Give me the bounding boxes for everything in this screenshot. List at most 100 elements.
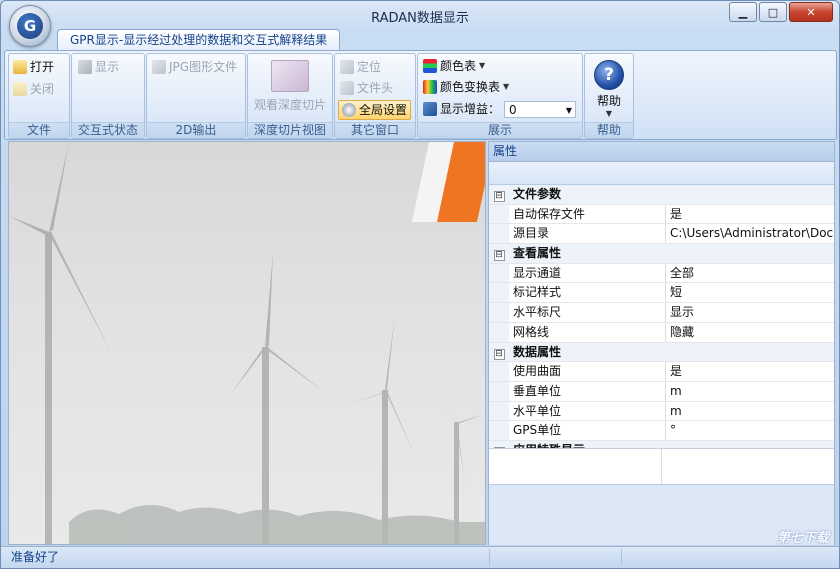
group-other-windows: 定位 文件头 全局设置 其它窗口 xyxy=(334,53,416,139)
open-folder-icon xyxy=(13,60,27,74)
property-category-label: 数据属性 xyxy=(513,344,562,359)
property-row[interactable]: 网格线 隐藏 xyxy=(489,322,834,343)
property-value[interactable]: 短 xyxy=(666,283,834,302)
status-bar: 准备好了 xyxy=(1,546,839,568)
property-value[interactable]: 是 xyxy=(666,362,834,381)
properties-title: 属性 xyxy=(489,142,834,162)
status-text: 准备好了 xyxy=(11,550,60,564)
property-category[interactable]: ⊟ 数据属性 xyxy=(489,342,834,363)
property-name: 使用曲面 xyxy=(509,362,666,381)
property-row[interactable]: 显示通道 全部 xyxy=(489,263,834,284)
property-name: 标记样式 xyxy=(509,283,666,303)
chevron-down-icon: ▼ xyxy=(605,109,613,118)
globe-settings-icon xyxy=(342,103,356,117)
property-row[interactable]: 源目录 C:\Users\Administrator\Docu... xyxy=(489,224,834,245)
property-value[interactable]: m xyxy=(666,402,834,421)
property-value[interactable]: 隐藏 xyxy=(666,323,834,342)
help-icon: ? xyxy=(594,60,624,90)
property-name: 网格线 xyxy=(509,322,666,342)
close-file-button[interactable]: 关闭 xyxy=(13,80,54,98)
wind-turbines-image xyxy=(9,142,485,544)
color-table-icon xyxy=(423,59,437,73)
file-header-button[interactable]: 文件头 xyxy=(340,79,393,97)
property-row[interactable]: 使用曲面是 xyxy=(489,362,834,382)
color-transform-icon xyxy=(423,80,437,94)
property-value[interactable]: ° xyxy=(666,421,834,440)
image-file-icon xyxy=(152,60,166,74)
property-row[interactable]: GPS单位 ° xyxy=(489,421,834,441)
color-transform-button[interactable]: 颜色变换表 ▼ xyxy=(423,78,509,96)
global-settings-button[interactable]: 全局设置 xyxy=(338,100,412,120)
chevron-down-icon: ▼ xyxy=(503,82,510,91)
property-category-label: 查看属性 xyxy=(513,246,562,261)
ribbon-tab-row: GPR显示-显示经过处理的数据和交互式解释结果 xyxy=(1,29,839,51)
group-label-other-windows: 其它窗口 xyxy=(335,122,415,138)
properties-panel: 属性 ⊟ 文件参数 自动保存文件是源目录 C:\Users\Administrator… xyxy=(488,141,835,545)
watermark-logo: 第七下载 xyxy=(776,531,829,546)
collapse-icon[interactable]: ⊟ xyxy=(493,191,505,202)
property-value[interactable]: 全部 xyxy=(666,264,834,283)
property-value[interactable]: 显示 xyxy=(666,303,834,322)
locate-icon xyxy=(340,60,354,74)
property-row[interactable]: 自动保存文件是 xyxy=(489,204,834,225)
minimize-button[interactable]: ▁ xyxy=(729,2,757,22)
property-row[interactable]: 标记样式短 xyxy=(489,283,834,304)
display-icon xyxy=(78,60,92,74)
collapse-icon[interactable]: ⊟ xyxy=(493,348,505,360)
property-grid-empty-row xyxy=(489,448,834,485)
property-row[interactable]: 水平标尺 显示 xyxy=(489,303,834,323)
property-category-label: 文件参数 xyxy=(513,187,562,201)
property-name: 源目录 xyxy=(509,224,666,244)
ribbon: 打开 关闭 文件 显示 交互式状态 JPG图形文件 2D输出 观看深度切片 深度… xyxy=(4,50,837,140)
file-header-icon xyxy=(340,81,354,95)
display-button[interactable]: 显示 xyxy=(78,58,119,76)
close-button[interactable]: ✕ xyxy=(789,2,833,22)
group-file: 打开 关闭 文件 xyxy=(8,53,70,139)
view-depth-slice-button[interactable]: 观看深度切片 xyxy=(248,60,332,113)
help-button[interactable]: ? 帮助 ▼ xyxy=(585,56,633,118)
properties-toolbar xyxy=(489,162,834,185)
group-label-help: 帮助 xyxy=(585,122,633,138)
property-value[interactable]: C:\Users\Administrator\Docu... xyxy=(666,224,834,243)
window-title: RADAN数据显示 xyxy=(371,11,469,26)
app-menu-button[interactable]: G xyxy=(9,5,51,47)
collapse-icon[interactable]: ⊟ xyxy=(493,250,505,262)
property-name: 水平单位 xyxy=(509,401,666,421)
property-category[interactable]: ⊟ 文件参数 xyxy=(489,185,834,205)
display-gain-label: 显示增益： xyxy=(423,100,500,118)
property-name: 水平标尺 xyxy=(509,303,666,322)
chevron-down-icon: ▼ xyxy=(479,61,486,70)
data-view-canvas[interactable] xyxy=(8,141,486,545)
group-label-interactive: 交互式状态 xyxy=(72,122,144,138)
group-interactive: 显示 交互式状态 xyxy=(71,53,145,139)
close-folder-icon xyxy=(13,82,27,96)
property-name: 显示通道 xyxy=(509,263,666,283)
property-row[interactable]: 水平单位 m xyxy=(489,401,834,422)
maximize-button[interactable]: □ xyxy=(759,2,787,22)
chevron-down-icon: ▼ xyxy=(565,106,572,115)
color-table-button[interactable]: 颜色表 ▼ xyxy=(423,57,485,75)
property-name: GPS单位 xyxy=(509,421,666,440)
property-value[interactable]: m xyxy=(666,382,834,401)
jpg-export-button[interactable]: JPG图形文件 xyxy=(152,58,237,76)
group-depth-slice: 观看深度切片 深度切片视图 xyxy=(247,53,333,139)
property-grid: ⊟ 文件参数 自动保存文件是源目录 C:\Users\Administrator\Do… xyxy=(489,185,834,461)
property-row[interactable]: 垂直单位 m xyxy=(489,381,834,402)
display-gain-select[interactable]: 0 ▼ xyxy=(504,101,576,118)
group-label-depth-slice: 深度切片视图 xyxy=(248,122,332,138)
open-button[interactable]: 打开 xyxy=(13,58,54,76)
group-label-show: 展示 xyxy=(418,122,582,138)
tab-gpr-display[interactable]: GPR显示-显示经过处理的数据和交互式解释结果 xyxy=(57,29,341,51)
depth-slice-icon xyxy=(271,60,309,92)
property-name: 自动保存文件 xyxy=(509,204,666,224)
property-category[interactable]: ⊟ 查看属性 xyxy=(489,244,834,264)
group-label-file: 文件 xyxy=(9,122,69,138)
app-window: RADAN数据显示 ▁ □ ✕ G GPR显示-显示经过处理的数据和交互式解释结… xyxy=(0,0,840,569)
group-2d-output: JPG图形文件 2D输出 xyxy=(146,53,246,139)
locate-button[interactable]: 定位 xyxy=(340,58,381,76)
window-controls: ▁ □ ✕ xyxy=(729,2,833,22)
gain-icon xyxy=(423,102,437,116)
group-show: 颜色表 ▼ 颜色变换表 ▼ 显示增益： 0 ▼ 展示 xyxy=(417,53,583,139)
property-value[interactable]: 是 xyxy=(666,205,834,224)
title-bar: RADAN数据显示 ▁ □ ✕ xyxy=(1,1,839,29)
